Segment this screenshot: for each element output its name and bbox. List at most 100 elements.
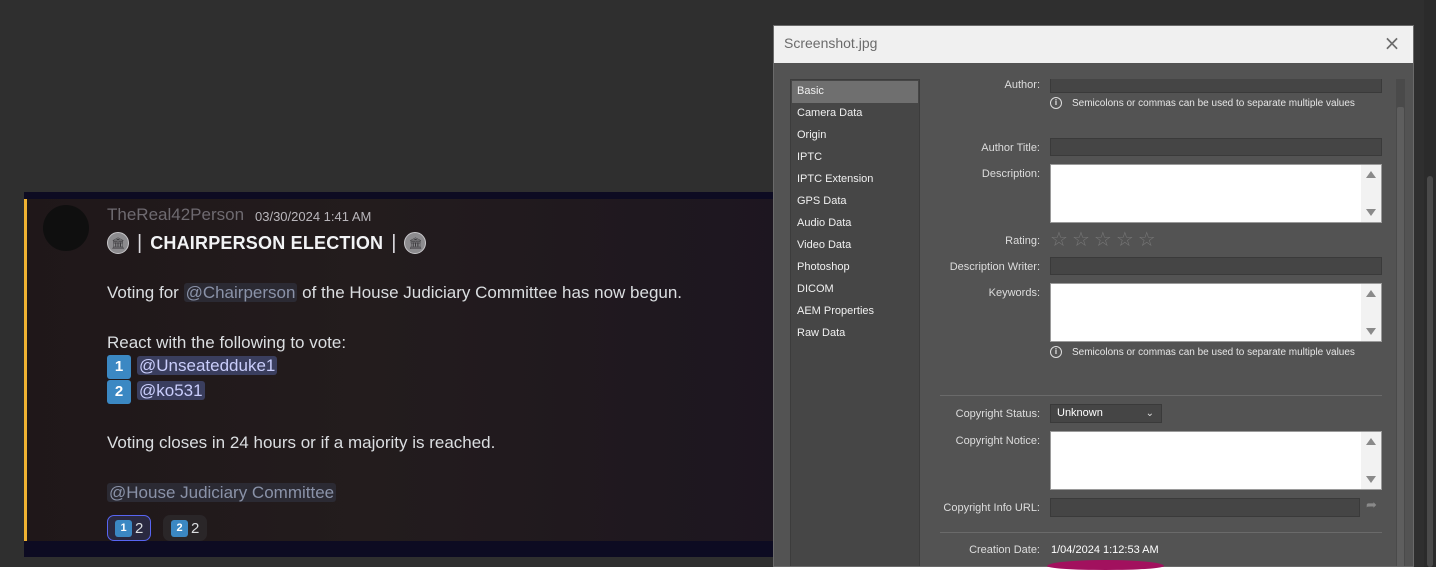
username[interactable]: TheReal42Person (107, 205, 244, 225)
close-icon[interactable]: × (1381, 32, 1403, 54)
info-icon: i (1050, 97, 1062, 109)
textarea-scrollbar[interactable] (1361, 432, 1381, 489)
creation-date-value: 1/04/2024 1:12:53 AM (1051, 544, 1159, 556)
scroll-down-icon[interactable] (1366, 209, 1376, 216)
basic-metadata-panel: Author: i Semicolons or commas can be use… (920, 79, 1404, 566)
copyright-notice-label: Copyright Notice: (955, 435, 1040, 447)
panel-scrollbar-thumb[interactable] (1397, 107, 1404, 566)
sidebar-item-origin[interactable]: Origin (791, 125, 919, 147)
title-separator: | (137, 231, 143, 254)
rating-stars[interactable]: ☆ ☆ ☆ ☆ ☆ (1050, 229, 1160, 249)
sidebar-item-iptc[interactable]: IPTC (791, 147, 919, 169)
star-icon[interactable]: ☆ (1116, 229, 1134, 249)
message-line-3: Voting closes in 24 hours or if a majori… (107, 433, 496, 452)
bottom-strip (0, 567, 1436, 576)
textarea-scrollbar[interactable] (1361, 284, 1381, 341)
message-title: CHAIRPERSON ELECTION (150, 232, 384, 253)
share-arrow-icon[interactable]: ➦ (1366, 498, 1377, 513)
description-writer-label: Description Writer: (949, 261, 1040, 273)
highlight-underline-mark (1047, 560, 1164, 570)
star-icon[interactable]: ☆ (1138, 229, 1156, 249)
keycap-one-icon: 1 (107, 355, 131, 379)
rating-label: Rating: (1005, 235, 1040, 247)
author-label: Author: (1004, 79, 1040, 91)
sidebar-item-photoshop[interactable]: Photoshop (791, 257, 919, 279)
copyright-notice-textarea[interactable] (1050, 431, 1382, 490)
vote-option-1: 1 @Unseatedduke1 (107, 355, 278, 379)
hint-text: Semicolons or commas can be used to sepa… (1072, 346, 1355, 358)
sidebar-item-camera-data[interactable]: Camera Data (791, 103, 919, 125)
chairperson-mention[interactable]: @Chairperson (183, 283, 298, 302)
page-scrollbar-thumb[interactable] (1427, 176, 1433, 567)
keycap-two-icon: 2 (171, 519, 188, 537)
page-scrollbar[interactable] (1424, 0, 1436, 567)
timestamp: 03/30/2024 1:41 AM (255, 209, 372, 224)
star-icon[interactable]: ☆ (1050, 229, 1068, 249)
author-title-field[interactable] (1050, 138, 1382, 156)
band-bottom (24, 541, 784, 557)
description-writer-field[interactable] (1050, 257, 1382, 275)
star-icon[interactable]: ☆ (1072, 229, 1090, 249)
author-title-label: Author Title: (981, 142, 1040, 154)
role-mention[interactable]: @House Judiciary Committee (107, 483, 337, 502)
sidebar-item-iptc-extension[interactable]: IPTC Extension (791, 169, 919, 191)
copyright-info-url-field[interactable] (1050, 498, 1360, 517)
sidebar-item-raw-data[interactable]: Raw Data (791, 323, 919, 345)
discord-message-screenshot: TheReal42Person 03/30/2024 1:41 AM 🏛 | C… (24, 192, 784, 557)
avatar[interactable] (43, 205, 89, 251)
message-line-1: Voting for @Chairperson of the House Jud… (107, 283, 682, 303)
keywords-hint: i Semicolons or commas can be used to sep… (1050, 346, 1355, 358)
reaction-count: 2 (191, 519, 200, 537)
message: TheReal42Person 03/30/2024 1:41 AM 🏛 | C… (24, 199, 784, 541)
dialog-titlebar[interactable]: Screenshot.jpg × (774, 26, 1413, 63)
metadata-category-list: Basic Camera Data Origin IPTC IPTC Extension… (790, 79, 920, 566)
sidebar-item-dicom[interactable]: DICOM (791, 279, 919, 301)
role-mention-line: @House Judiciary Committee (107, 483, 337, 503)
sidebar-item-video-data[interactable]: Video Data (791, 235, 919, 257)
option2-mention[interactable]: @ko531 (137, 381, 205, 401)
panel-scrollbar[interactable] (1396, 79, 1405, 566)
line1-prefix: Voting for (107, 283, 184, 302)
star-icon[interactable]: ☆ (1094, 229, 1112, 249)
capitol-seal-icon: 🏛 (107, 232, 129, 254)
author-field[interactable] (1050, 79, 1382, 93)
keywords-label: Keywords: (988, 287, 1040, 299)
message-line-2: React with the following to vote: (107, 333, 347, 352)
band-top (24, 192, 784, 199)
section-divider (940, 395, 1382, 396)
chevron-down-icon: ⌄ (1145, 408, 1154, 419)
message-title-row: 🏛 | CHAIRPERSON ELECTION | 🏛 (107, 229, 427, 257)
vote-option-2: 2 @ko531 (107, 380, 205, 404)
reaction-option-2[interactable]: 22 (163, 515, 208, 541)
copyright-status-select[interactable]: Unknown ⌄ (1050, 404, 1162, 423)
keywords-textarea[interactable] (1050, 283, 1382, 342)
scroll-down-icon[interactable] (1366, 328, 1376, 335)
sidebar-item-aem-properties[interactable]: AEM Properties (791, 301, 919, 323)
sidebar-item-basic[interactable]: Basic (792, 81, 918, 103)
reaction-option-1[interactable]: 12 (107, 515, 152, 541)
copyright-status-value: Unknown (1057, 407, 1103, 419)
copyright-status-label: Copyright Status: (955, 408, 1040, 420)
scroll-up-icon[interactable] (1366, 438, 1376, 445)
keycap-two-icon: 2 (107, 380, 131, 404)
mention-accent-bar (24, 199, 27, 541)
scroll-up-icon[interactable] (1366, 171, 1376, 178)
info-icon: i (1050, 346, 1062, 358)
scroll-down-icon[interactable] (1366, 476, 1376, 483)
description-textarea[interactable] (1050, 164, 1382, 223)
file-info-dialog: Screenshot.jpg × Basic Camera Data Origin I… (773, 25, 1414, 567)
dialog-title: Screenshot.jpg (784, 35, 878, 51)
sidebar-item-audio-data[interactable]: Audio Data (791, 213, 919, 235)
copyright-info-url-label: Copyright Info URL: (943, 502, 1040, 514)
sidebar-item-gps-data[interactable]: GPS Data (791, 191, 919, 213)
description-label: Description: (981, 168, 1040, 180)
title-separator: | (391, 231, 397, 254)
textarea-scrollbar[interactable] (1361, 165, 1381, 222)
creation-date-label: Creation Date: (969, 544, 1040, 556)
reaction-count: 2 (135, 519, 144, 537)
option1-mention[interactable]: @Unseatedduke1 (137, 356, 278, 376)
scroll-up-icon[interactable] (1366, 290, 1376, 297)
keycap-one-icon: 1 (115, 519, 132, 537)
capitol-seal-icon: 🏛 (404, 232, 427, 254)
section-divider (940, 532, 1382, 533)
